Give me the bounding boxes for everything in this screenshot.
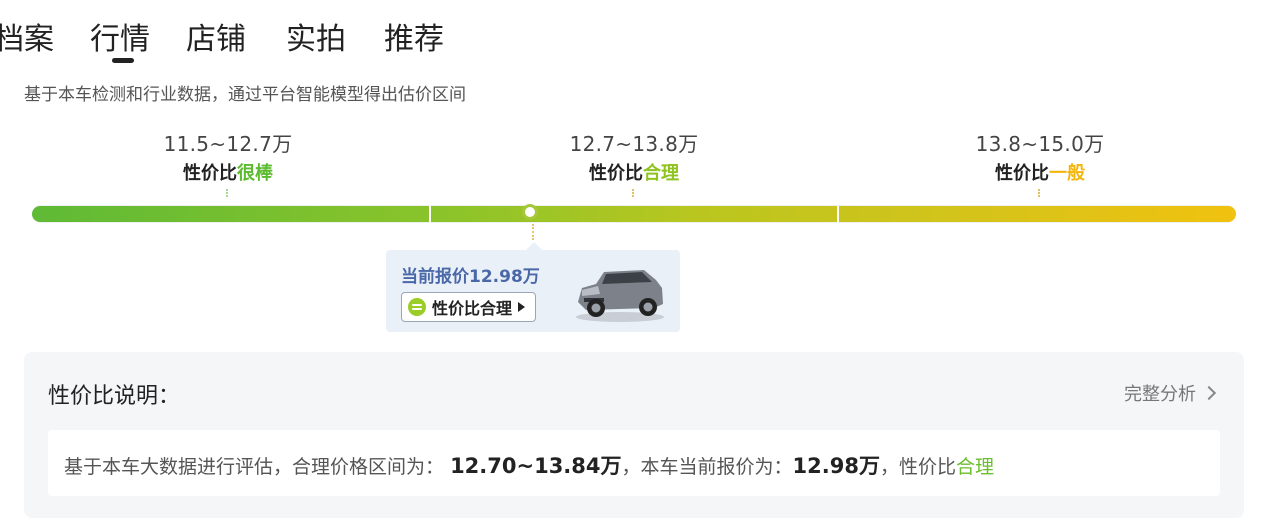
tier-label-prefix: 性价比 [589,163,643,184]
panel-title: 性价比说明： [48,384,181,409]
play-arrow-icon [518,302,526,312]
tab-archive[interactable]: 档案 [0,14,54,58]
tab-recommend[interactable]: 推荐 [384,14,444,58]
marker-connector [532,224,536,240]
tier-tick [631,189,637,197]
equals-circle-icon [408,298,426,316]
text-prefix: 基于本车大数据进行评估，合理价格区间为： [64,456,445,478]
explanation-box: 基于本车大数据进行评估，合理价格区间为： 12.70~13.84万，本车当前报价… [48,430,1220,496]
text-mid: ，本车当前报价为： [621,456,793,478]
full-analysis-link[interactable]: 完整分析 [1124,380,1217,406]
text-suffix: ，性价比 [879,456,956,478]
car-image [576,270,664,322]
tier-verdict: 合理 [643,163,679,184]
tier-average: 13.8~15.0万 性价比一般 [910,128,1170,197]
card-pointer [526,242,542,250]
reasonable-range: 12.70~13.84万 [450,454,622,478]
bar-divider [837,206,839,222]
tier-label-prefix: 性价比 [995,163,1049,184]
chevron-right-icon [1201,385,1217,401]
tier-fair: 12.7~13.8万 性价比合理 [504,128,764,197]
tab-photos[interactable]: 实拍 [286,14,346,58]
tier-tick [225,189,231,197]
value-explanation-panel: 性价比说明： 完整分析 基于本车大数据进行评估，合理价格区间为： 12.70~1… [24,352,1244,518]
verdict-value: 合理 [955,456,994,478]
current-price-marker [522,204,538,220]
tier-verdict: 一般 [1049,163,1085,184]
tier-great: 11.5~12.7万 性价比很棒 [98,128,358,197]
price-gradient-bar [32,206,1236,222]
valuation-subtitle: 基于本车检测和行业数据，通过平台智能模型得出估价区间 [24,85,466,105]
current-price-title: 当前报价12.98万 [401,267,540,287]
bar-divider [429,206,431,222]
tier-verdict: 很棒 [237,163,273,184]
tier-label: 性价比合理 [504,159,764,185]
verdict-label: 性价比合理 [432,299,513,318]
tier-label: 性价比一般 [910,159,1170,185]
explanation-text: 基于本车大数据进行评估，合理价格区间为： 12.70~13.84万，本车当前报价… [64,450,994,480]
current-price-card: 当前报价12.98万 性价比合理 [386,242,680,332]
tier-tick [1037,189,1043,197]
tab-store[interactable]: 店铺 [186,14,246,58]
tier-label: 性价比很棒 [98,159,358,185]
tier-range: 12.7~13.8万 [569,132,699,156]
tier-range: 11.5~12.7万 [163,132,293,156]
current-price-value: 12.98万 [792,454,880,478]
full-analysis-label: 完整分析 [1124,384,1196,405]
tab-market[interactable]: 行情 [90,14,150,58]
verdict-button[interactable]: 性价比合理 [401,292,537,322]
tab-active-indicator [112,58,134,63]
tier-label-prefix: 性价比 [183,163,237,184]
tier-range: 13.8~15.0万 [975,132,1105,156]
